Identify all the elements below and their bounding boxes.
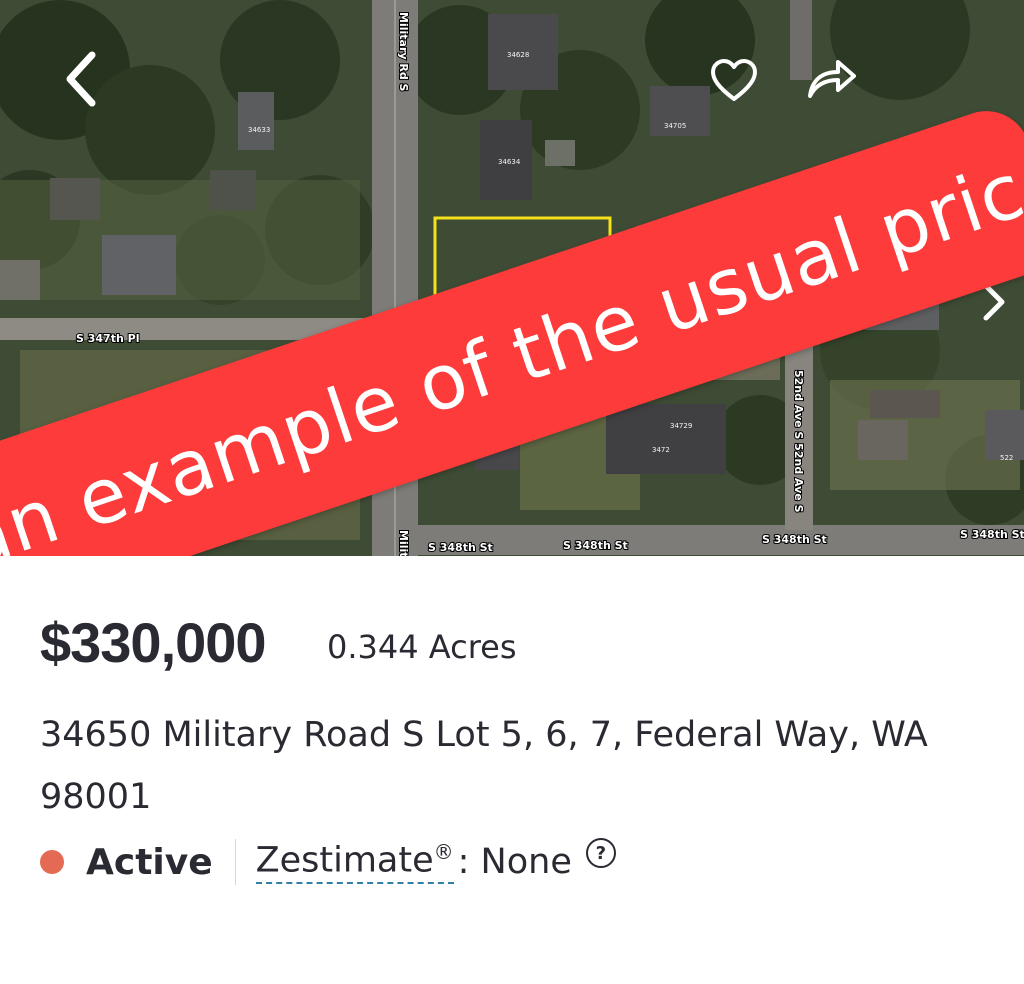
back-button[interactable] (50, 44, 114, 114)
lot-number: 3472 (652, 446, 670, 454)
listing-price: $330,000 (40, 611, 267, 674)
road-label-military-bottom: Milit (397, 530, 410, 556)
road-label-s348th: S 348th St (960, 528, 1024, 541)
help-question-icon[interactable]: ? (585, 838, 616, 868)
listing-address: 34650 Military Road S Lot 5, 6, 7, Feder… (40, 715, 928, 817)
divider (234, 839, 236, 885)
share-button[interactable] (796, 48, 868, 108)
lot-size: 0.344 Acres (327, 628, 517, 666)
listing-details: $330,000 0.344 Acres 34650 Military Road… (0, 556, 1024, 984)
road-label-s348th: S 348th St (762, 533, 827, 546)
lot-number: 34634 (498, 158, 521, 166)
status-dot-icon (40, 850, 64, 874)
registered-mark: ® (433, 839, 454, 864)
status-row: Active Zestimate® : None ? (40, 838, 616, 886)
road-label-s348th: S 348th St (563, 539, 628, 552)
lot-number: 34633 (248, 126, 270, 134)
heart-icon (711, 59, 757, 101)
zestimate-value: : None (457, 842, 572, 882)
lot-number: 522 (1000, 454, 1013, 462)
road-label-s348th: S 348th St (428, 541, 493, 554)
save-favorite-button[interactable] (702, 52, 766, 110)
lot-number: 34729 (670, 422, 692, 430)
zestimate-label: Zestimate (255, 840, 434, 881)
road-label-s347th: S 347th Pl (76, 332, 139, 345)
road-label-military-top: Military Rd S (397, 12, 410, 92)
zestimate-link[interactable]: Zestimate® (255, 839, 454, 885)
share-arrow-icon (808, 60, 856, 98)
lot-number: 34628 (507, 51, 529, 59)
chevron-left-icon (66, 51, 96, 107)
road-label-52nd-ave: 52nd Ave S 52nd Ave S (792, 370, 805, 513)
listing-photo[interactable]: Military Rd S Milit S 347th Pl 52nd Ave … (0, 0, 1024, 556)
lot-number: 34705 (664, 122, 686, 130)
status-label: Active (86, 841, 213, 883)
